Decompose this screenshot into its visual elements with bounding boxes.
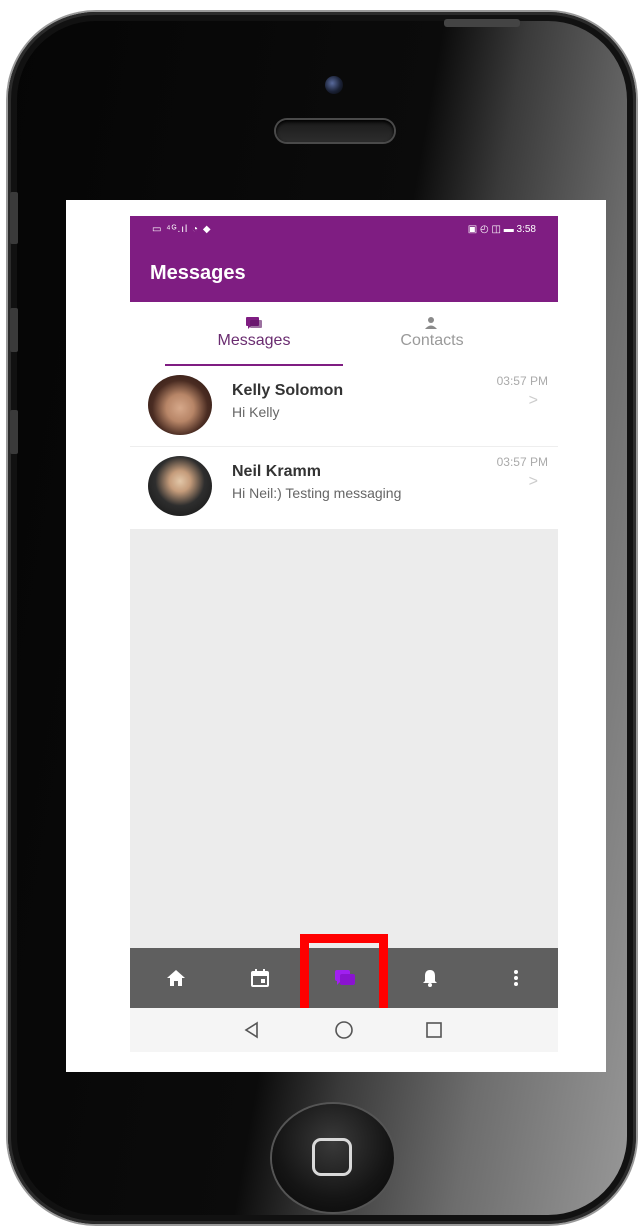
calendar-icon <box>251 969 269 987</box>
conversation-row[interactable]: Kelly Solomon Hi Kelly 03:57 PM > <box>130 366 558 447</box>
status-bar: ▭ ⁴ᴳ.ıl ◔ ◆ ▣ ◴ ◫ ▬ 3:58 <box>130 216 558 244</box>
back-triangle-icon[interactable] <box>240 1018 264 1042</box>
chevron-right-icon: > <box>528 473 538 490</box>
contact-name: Kelly Solomon <box>232 382 344 399</box>
message-time: 03:57 PM <box>496 455 548 469</box>
conversation-list: Kelly Solomon Hi Kelly 03:57 PM > Neil K… <box>130 366 558 529</box>
avatar <box>148 375 212 435</box>
tab-contacts-label: Contacts <box>400 332 464 349</box>
avatar <box>148 456 212 516</box>
tab-messages[interactable]: Messages <box>165 302 343 366</box>
power-button <box>444 19 520 27</box>
bottom-nav <box>130 934 558 1018</box>
page-title: Messages <box>150 262 246 284</box>
message-time: 03:57 PM <box>496 374 548 388</box>
highlight-box <box>300 934 388 1018</box>
home-square-icon <box>312 1138 352 1176</box>
phone-frame: ▭ ⁴ᴳ.ıl ◔ ◆ ▣ ◴ ◫ ▬ 3:58 Messages Messag… <box>8 12 636 1224</box>
tab-bar: Messages Contacts <box>130 302 558 367</box>
system-nav-bar <box>130 1008 558 1052</box>
front-camera <box>325 76 343 94</box>
app-window: ▭ ⁴ᴳ.ıl ◔ ◆ ▣ ◴ ◫ ▬ 3:58 Messages Messag… <box>130 216 558 1052</box>
home-icon <box>167 970 185 986</box>
chevron-right-icon: > <box>528 392 538 409</box>
recent-apps-icon[interactable] <box>422 1018 446 1042</box>
conversation-row[interactable]: Neil Kramm Hi Neil:) Testing messaging 0… <box>130 447 558 529</box>
contact-name: Neil Kramm <box>232 463 321 480</box>
nav-more-button[interactable] <box>486 948 546 1008</box>
phone-screen: ▭ ⁴ᴳ.ıl ◔ ◆ ▣ ◴ ◫ ▬ 3:58 Messages Messag… <box>66 200 606 1072</box>
volume-down-button <box>10 410 18 454</box>
app-bar: Messages <box>130 244 558 302</box>
nav-home-button[interactable] <box>146 948 206 1008</box>
mute-switch <box>10 192 18 244</box>
message-preview: Hi Kelly <box>232 404 280 420</box>
status-left-icons: ▭ ⁴ᴳ.ıl ◔ ◆ <box>152 224 212 235</box>
earpiece-speaker <box>276 120 394 142</box>
bell-icon <box>423 970 437 987</box>
home-circle-icon[interactable] <box>332 1018 356 1042</box>
volume-up-button <box>10 308 18 352</box>
phone-home-button[interactable] <box>272 1104 394 1212</box>
status-right-icons: ▣ ◴ ◫ ▬ 3:58 <box>467 224 536 235</box>
nav-calendar-button[interactable] <box>230 948 290 1008</box>
message-preview: Hi Neil:) Testing messaging <box>232 485 402 501</box>
tab-messages-label: Messages <box>217 332 291 349</box>
more-icon <box>514 970 518 986</box>
tab-contacts[interactable]: Contacts <box>343 302 521 366</box>
nav-notifications-button[interactable] <box>400 948 460 1008</box>
